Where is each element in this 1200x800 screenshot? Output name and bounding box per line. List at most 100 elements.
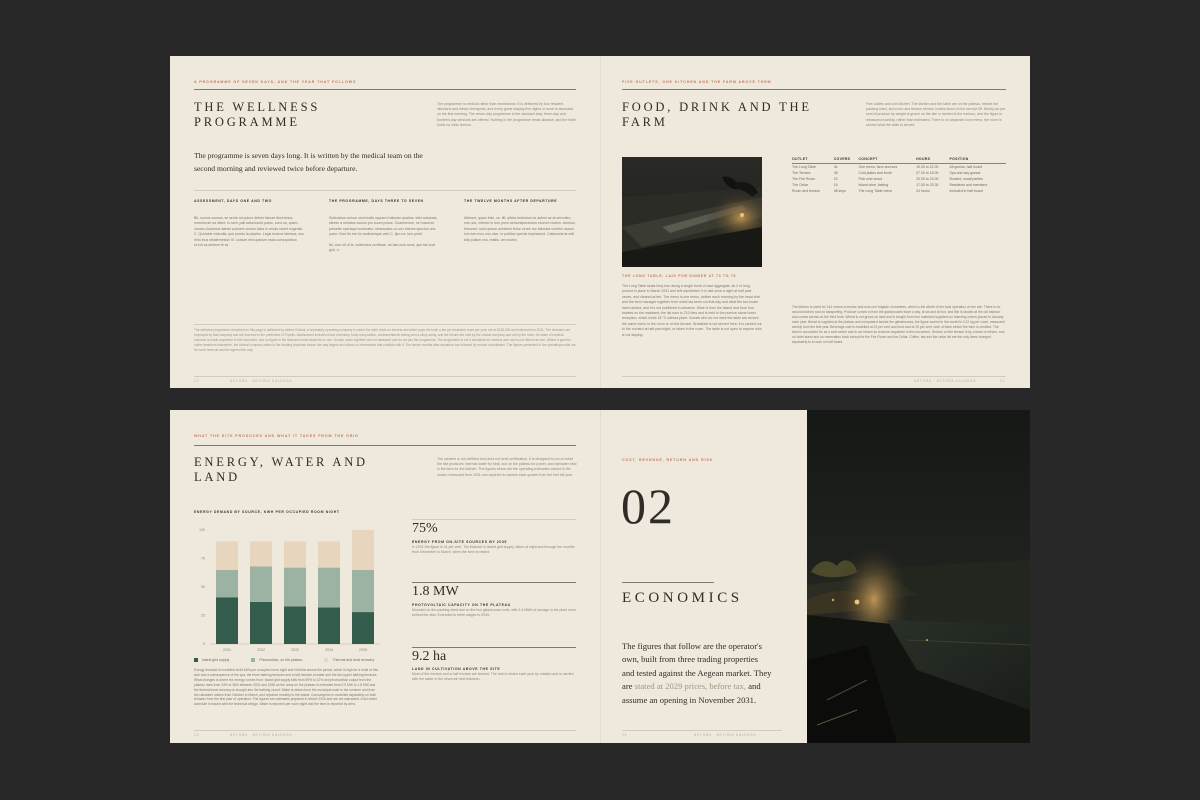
column-paragraph: Ibi, cum nit di te, cultimmus conficiae,…: [329, 242, 436, 253]
y-tick-label: 0: [203, 642, 205, 646]
running-head: AETHRA · AETHRA KALDERA: [914, 379, 977, 383]
section-rule: [194, 190, 576, 191]
page-title: THE WELLNESS PROGRAMME: [194, 100, 321, 129]
table-row: Room and terrace 48 keys The Long Table me…: [792, 187, 1006, 193]
bar-segment: [216, 569, 238, 598]
running-head: AETHRA · AETHRA KALDERA: [230, 379, 293, 383]
section-kicker: Cost, revenue, return and risk: [622, 458, 714, 462]
y-tick-label: 50: [201, 585, 205, 589]
long-table-text: The Long Table seats forty-four along a …: [622, 284, 762, 337]
photo-caption: The long table, laid for dinner at 70 to…: [622, 274, 737, 278]
x-tick-label: 2031: [223, 648, 231, 652]
column-text: Alterunt, quam intie, ce. tilt, qifcbc e…: [464, 216, 576, 242]
folio: 21: [1000, 379, 1006, 383]
lede-text: The programme is seven days long. It is …: [194, 151, 423, 173]
x-tick-label: 2033: [291, 648, 299, 652]
bar-segment: [250, 601, 272, 644]
footer-rule: [622, 730, 782, 731]
energy-stacked-bar-chart: 0 25 50 75 100 2031 2032 2033 2034 2035: [199, 528, 380, 652]
column-heading: The programme, days three to seven: [329, 199, 424, 203]
folio: 22: [194, 379, 200, 383]
footnote-rule: [194, 324, 576, 325]
bar-segment: [284, 606, 306, 644]
terrace-night-photo-art: [807, 410, 1030, 743]
running-head: AETHRA · AETHRA KALDERA: [230, 733, 293, 737]
terrace-night-photo: [807, 410, 1030, 743]
x-tick-label: 2035: [359, 648, 367, 652]
section-title: ECONOMICS: [622, 590, 743, 606]
table-cell: 48 keys: [833, 189, 846, 194]
top-rule: [194, 89, 576, 90]
stat-value: 9.2 ha: [412, 649, 447, 664]
stat-label: Photovoltaic capacity on the plateau: [412, 603, 511, 607]
bar-segment: [318, 567, 340, 608]
legend-label: Island grid supply: [202, 658, 230, 662]
bar-segment: [216, 541, 238, 570]
long-table-photo: [622, 157, 762, 267]
legend-swatch: [324, 658, 329, 663]
table-cell: Room and terrace: [792, 189, 821, 194]
table-cell: The Long Table menu: [858, 189, 893, 194]
top-rule: [194, 445, 576, 446]
stat-value: 1.8 MW: [412, 584, 459, 599]
kicker: What the site produces and what it takes…: [194, 434, 359, 438]
page-title: ENERGY, WATER AND LAND: [194, 455, 368, 484]
bar-segment: [318, 541, 340, 568]
bar-segment: [284, 541, 306, 568]
bar-segment: [318, 607, 340, 644]
spread-gutter: [600, 410, 601, 743]
legend-item: Photovoltaic, on the plateau: [251, 658, 303, 663]
stat-description: Most of the hectare and a half hectare a…: [412, 672, 575, 681]
spread-wellness-food: A programme of seven days, and the year …: [170, 56, 1030, 388]
running-head: AETHRA · AETHRA KALDERA: [694, 733, 757, 737]
legend-swatch: [251, 658, 256, 663]
intro-text: Five outlets and one kitchen. The kitche…: [866, 102, 1006, 127]
section-rule: [622, 582, 714, 583]
footnote: The wellness programme described on this…: [194, 328, 576, 352]
legend-label: Photovoltaic, on the plateau: [259, 658, 303, 662]
energy-body-text: Energy demand is modelled at 64 kWh per …: [194, 668, 378, 707]
bar-segment: [216, 597, 238, 644]
column-text: Bit, numus consus, se sente ad pulum deb…: [194, 216, 304, 248]
bar-segment: [352, 569, 374, 613]
bar-segment: [250, 566, 272, 602]
economics-intro: The figures that follow are the operator…: [622, 640, 772, 707]
stat-description: Mounted on the packing shed and on the t…: [412, 608, 577, 617]
section-number: 02: [621, 478, 675, 534]
column-text: Sutectatus conum omni tudis uspuern habe…: [329, 216, 441, 258]
chart-legend: Island grid supply Photovoltaic, on the …: [194, 658, 375, 663]
bar-segment: [352, 612, 374, 644]
folio: 23: [194, 733, 200, 737]
kicker: Five outlets, one kitchen and the farm a…: [622, 80, 772, 84]
folio: 24: [622, 733, 628, 737]
intro-text: The programme is medical rather than rec…: [437, 102, 576, 127]
stat-label: Energy from on-site sources by 2035: [412, 540, 507, 544]
legend-label: Thermal and heat recovery: [332, 658, 375, 662]
footer-rule: [194, 376, 576, 377]
y-tick-label: 25: [201, 614, 205, 618]
bar-segment: [284, 567, 306, 607]
column-heading: The twelve months after departure: [464, 199, 558, 203]
stat-label: Land in cultivation above the site: [412, 667, 501, 671]
top-rule: [622, 89, 1006, 90]
stat-rule: [412, 519, 576, 520]
column-paragraph: Sutectatus conum omni tudis uspuern habe…: [329, 216, 437, 237]
table-cell: Included in half board: [949, 189, 983, 194]
table-cell: 24 hours: [916, 189, 930, 194]
outlets-table: OUTLET COVERS CONCEPT HOURS POSITION The…: [792, 157, 1006, 193]
footer-rule: [622, 376, 1006, 377]
stat-value: 75%: [412, 521, 438, 536]
x-tick-label: 2034: [325, 648, 333, 652]
stat-description: In 2031 the figure is 41 per cent. The b…: [412, 545, 575, 554]
x-tick-label: 2032: [257, 648, 265, 652]
legend-swatch: [194, 658, 198, 663]
stat-rule: [412, 647, 576, 648]
spread-gutter: [600, 56, 601, 388]
intro-text: The scheme is not certified and does not…: [437, 457, 577, 477]
kicker: A programme of seven days, and the year …: [194, 80, 357, 84]
economics-text-muted: stated at 2029 prices, before tax,: [634, 681, 747, 692]
bar-segment: [250, 541, 272, 567]
kitchen-note: The kitchen is sized for 144 covers a se…: [792, 305, 1005, 344]
legend-item: Island grid supply: [194, 658, 230, 663]
y-tick-label: 75: [201, 557, 205, 561]
